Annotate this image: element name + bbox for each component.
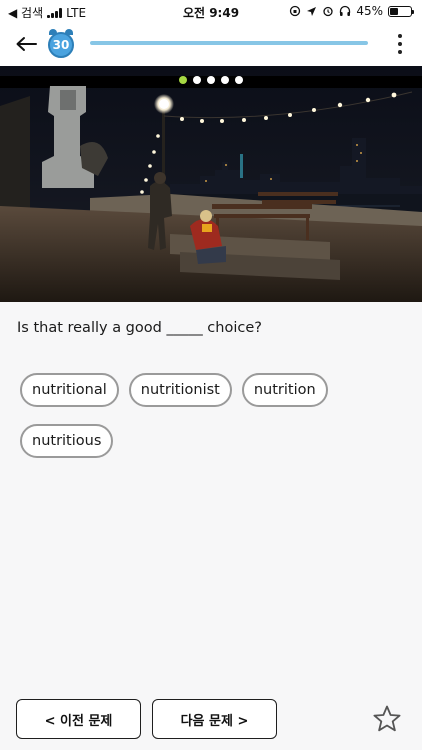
answer-choices: nutritional nutritionist nutrition nutri… [20,373,410,458]
star-outline-icon [373,705,401,732]
previous-question-button[interactable]: < 이전 문제 [16,699,141,739]
bookmark-button[interactable] [372,704,402,734]
more-dot [398,50,402,54]
more-options-button[interactable] [392,30,408,58]
video-frame-image [0,66,422,302]
slide-dot[interactable] [207,76,215,84]
choice-nutritional[interactable]: nutritional [20,373,119,407]
arrow-left-icon [16,37,37,51]
location-icon [307,6,317,16]
battery-percent: 45% [356,4,383,18]
more-dot [398,42,402,46]
slide-dot[interactable] [221,76,229,84]
choice-nutrition[interactable]: nutrition [241,373,328,407]
screen-lock-icon [290,5,301,17]
video-player[interactable] [0,66,422,302]
choice-nutritious[interactable]: nutritious [20,424,114,458]
headphones-icon [340,5,351,16]
next-question-button[interactable]: 다음 문제 > [152,699,277,739]
back-button[interactable] [12,30,40,58]
status-right: 45% [289,4,414,18]
battery-icon [388,5,414,17]
header-bar: 30 [0,24,422,66]
progress-fill [90,41,368,45]
question-text: Is that really a good _____ choice? [17,320,262,336]
status-bar: ◀ 검색 LTE 오전 9:49 45% [0,0,422,24]
slide-dot[interactable] [179,76,187,84]
slide-dot[interactable] [193,76,201,84]
timer-value: 30 [48,32,74,58]
alarm-icon [323,6,333,17]
battery-level [390,7,398,15]
choice-nutritionist[interactable]: nutritionist [128,373,232,407]
progress-bar [90,41,368,45]
alarm-clock-icon: 30 [48,29,74,58]
slide-dot[interactable] [235,76,243,84]
more-dot [398,34,402,38]
slide-indicator [0,76,422,84]
